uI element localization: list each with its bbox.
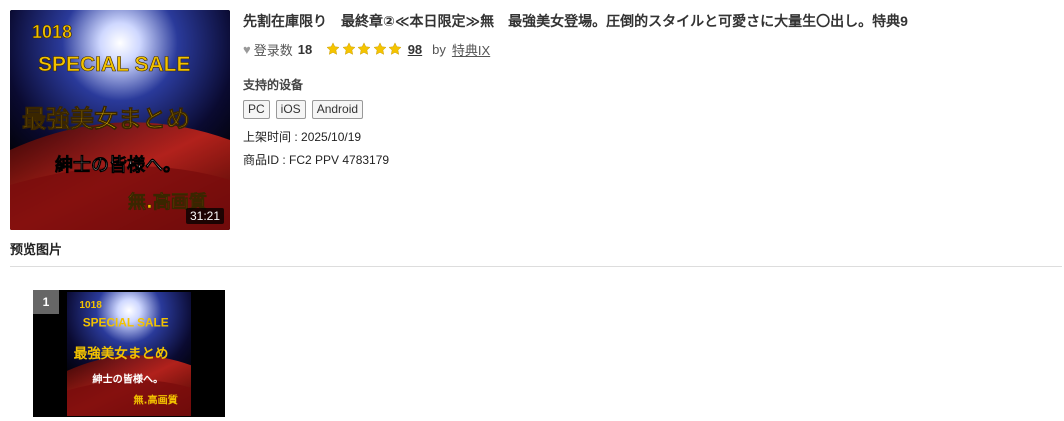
star-icon bbox=[373, 42, 387, 55]
product-title[interactable]: 先割在庫限り 最終章②≪本日限定≫無 最強美女登場。圧倒的スタイルと可愛さに大量… bbox=[243, 12, 1044, 30]
product-id-label: 商品ID : bbox=[243, 153, 290, 167]
product-thumbnail[interactable]: 1018 SPECIAL SALE 最強美女まとめ 紳士の皆様へ。 無.高画質 … bbox=[10, 10, 230, 230]
product-info: 先割在庫限り 最終章②≪本日限定≫無 最強美女登場。圧倒的スタイルと可愛さに大量… bbox=[243, 12, 1044, 168]
thumb-line3: 最強美女まとめ bbox=[22, 105, 190, 133]
product-meta: ♥ 登录数 18 98 by 特典IX bbox=[243, 40, 1044, 58]
device-badge-pc: PC bbox=[243, 100, 270, 119]
preview-number-badge: 1 bbox=[33, 290, 59, 314]
release-date-row: 上架时间 : 2025/10/19 bbox=[243, 128, 1044, 145]
star-icon bbox=[388, 42, 402, 55]
divider bbox=[10, 266, 1062, 267]
release-label: 上架时间 : bbox=[243, 130, 302, 144]
by-label: by bbox=[432, 41, 446, 57]
preview-image-1[interactable]: 1 1018 SPECIAL SALE 最強美女まとめ 紳士の皆様へ。 無.高画… bbox=[33, 290, 225, 417]
devices-label: 支持的设备 bbox=[243, 78, 304, 92]
release-date: 2025/10/19 bbox=[301, 130, 362, 144]
preview-line4: 紳士の皆様へ。 bbox=[92, 373, 163, 386]
star-icon bbox=[342, 42, 356, 55]
star-icon bbox=[357, 42, 371, 55]
thumb-line1: 1018 bbox=[32, 22, 72, 42]
preview-line2: SPECIAL SALE bbox=[83, 315, 169, 329]
thumb-line2: SPECIAL SALE bbox=[38, 53, 190, 76]
heart-icon: ♥ bbox=[243, 41, 251, 57]
star-icon bbox=[326, 42, 340, 55]
device-badge-android: Android bbox=[311, 100, 364, 119]
device-list: PC iOS Android bbox=[243, 100, 1044, 119]
preview-line3: 最強美女まとめ bbox=[74, 345, 169, 362]
preview-line5: 無.高画質 bbox=[134, 394, 178, 407]
device-badge-ios: iOS bbox=[275, 100, 306, 119]
product-id: FC2 PPV 4783179 bbox=[289, 153, 390, 167]
duration-badge: 31:21 bbox=[185, 208, 224, 224]
favorites-label: 登录数 bbox=[253, 42, 293, 58]
favorites-count: 18 bbox=[297, 41, 313, 57]
thumbnail-image: 1018 SPECIAL SALE 最強美女まとめ 紳士の皆様へ。 無.高画質 bbox=[10, 10, 230, 230]
seller-link[interactable]: 特典IX bbox=[452, 40, 490, 59]
preview-thumbnail-image: 1018 SPECIAL SALE 最強美女まとめ 紳士の皆様へ。 無.高画質 bbox=[67, 292, 191, 416]
preview-line1: 1018 bbox=[79, 300, 102, 311]
thumb-line4: 紳士の皆様へ。 bbox=[55, 154, 181, 176]
rating-count-link[interactable]: 98 bbox=[408, 42, 422, 57]
product-id-row: 商品ID : FC2 PPV 4783179 bbox=[243, 151, 1044, 168]
preview-heading: 预览图片 bbox=[10, 242, 63, 257]
rating-stars bbox=[326, 42, 404, 56]
